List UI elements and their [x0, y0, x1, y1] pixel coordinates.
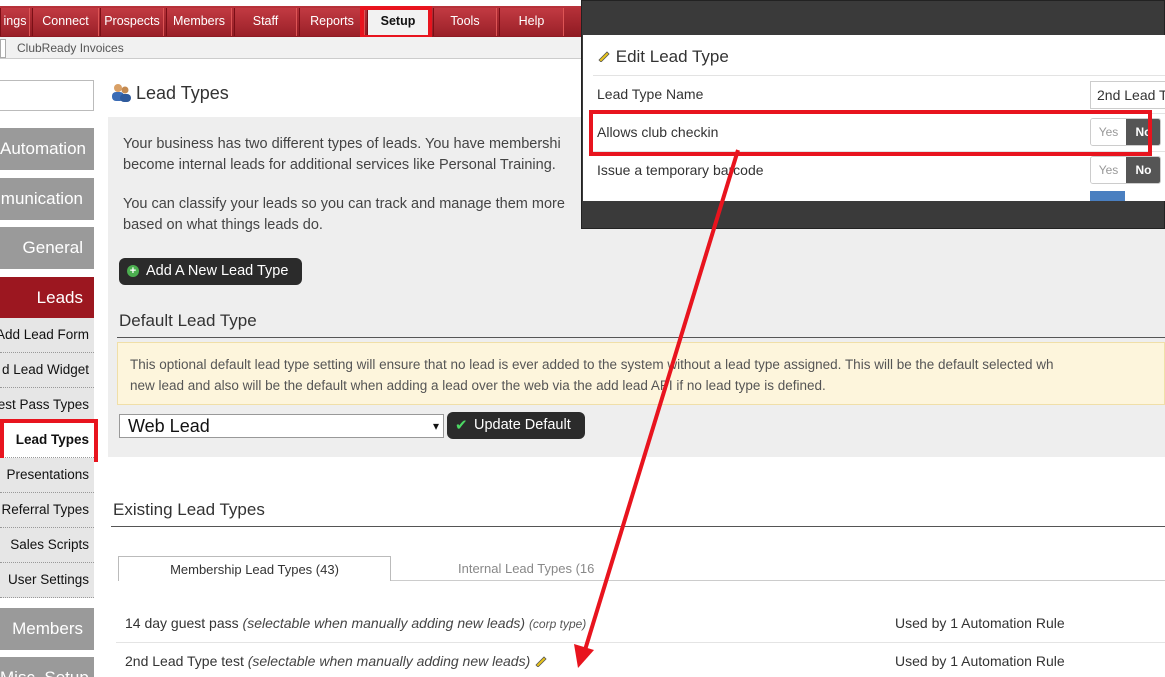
users-icon: [110, 82, 132, 102]
lead-type-usage: Used by 1 Automation Rule: [895, 615, 1065, 631]
page-title: Lead Types: [110, 82, 229, 104]
tab-bookings[interactable]: ings: [0, 8, 30, 36]
modal-row-barcode: Issue a temporary barcode Yes No: [593, 151, 1165, 189]
existing-lead-types-heading: Existing Lead Types: [113, 500, 265, 519]
default-lead-type-heading: Default Lead Type: [119, 311, 257, 330]
chevron-down-icon: ▾: [432, 419, 439, 433]
tab-connect[interactable]: Connect: [32, 8, 99, 36]
sidebar-item-add-lead-form[interactable]: Add Lead Form: [0, 318, 94, 353]
add-lead-type-button[interactable]: + Add A New Lead Type: [119, 258, 303, 285]
sidebar-item-referral-types[interactable]: Referral Types: [0, 493, 94, 528]
sidebar-item-user-settings[interactable]: User Settings: [0, 563, 94, 598]
modal-title: Edit Lead Type: [597, 47, 729, 67]
sub-tabs: ClubReady Invoices: [0, 37, 590, 59]
lead-type-name-input[interactable]: 2nd Lead Ty: [1090, 81, 1165, 109]
toggle-partial[interactable]: [1090, 191, 1125, 201]
lead-type-note: (selectable when manually adding new lea…: [242, 615, 526, 631]
divider: [111, 526, 1165, 527]
tab-prospects[interactable]: Prospects: [100, 8, 164, 36]
checkin-highlight: [589, 110, 1152, 156]
lead-type-name[interactable]: 2nd Lead Type test: [125, 653, 244, 669]
plus-icon: +: [127, 265, 139, 277]
default-notice: This optional default lead type setting …: [117, 342, 1165, 405]
lead-types-highlight: [0, 419, 98, 462]
toggle-yes[interactable]: Yes: [1091, 157, 1126, 183]
sidebar-section-members[interactable]: Members: [0, 608, 94, 650]
check-icon: ✔: [455, 417, 468, 434]
divider: [117, 337, 1165, 338]
sidebar-section-leads[interactable]: Leads: [0, 277, 94, 319]
lead-type-name-label: Lead Type Name: [597, 86, 704, 102]
lead-type-name[interactable]: 14 day guest pass: [125, 615, 239, 631]
sidebar-item-guest-pass-types[interactable]: est Pass Types: [0, 388, 94, 423]
sidebar-item-sales-scripts[interactable]: Sales Scripts: [0, 528, 94, 563]
lead-type-note: (selectable when manually adding new lea…: [247, 653, 531, 669]
sidebar-item-presentations[interactable]: Presentations: [0, 458, 94, 493]
tab-tools[interactable]: Tools: [433, 8, 497, 36]
intro-text-2a: You can classify your leads so you can t…: [123, 196, 565, 212]
subtab-invoices[interactable]: ClubReady Invoices: [17, 41, 124, 55]
lead-type-extra: (corp type): [528, 617, 587, 631]
intro-text-1b: become internal leads for additional ser…: [123, 157, 556, 173]
default-lead-type-select[interactable]: Web Lead ▾: [119, 414, 444, 438]
tab-help[interactable]: Help: [499, 8, 564, 36]
toggle-no[interactable]: No: [1126, 157, 1160, 183]
pencil-icon: [598, 51, 610, 63]
temporary-barcode-toggle[interactable]: Yes No: [1090, 156, 1161, 184]
page-title-text: Lead Types: [136, 83, 229, 103]
table-row[interactable]: 14 day guest pass (selectable when manua…: [116, 605, 1165, 643]
modal-row-name: Lead Type Name 2nd Lead Ty: [593, 75, 1165, 113]
temporary-barcode-label: Issue a temporary barcode: [597, 162, 764, 178]
intro-text-1a: Your business has two different types of…: [123, 136, 561, 152]
setup-highlight: [360, 6, 432, 39]
subtab-first[interactable]: [0, 39, 6, 58]
table-row[interactable]: 2nd Lead Type test (selectable when manu…: [116, 643, 1165, 677]
tab-membership-lead-types[interactable]: Membership Lead Types (43): [118, 556, 391, 581]
pencil-icon[interactable]: [534, 655, 548, 668]
lead-type-usage: Used by 1 Automation Rule: [895, 653, 1065, 669]
sidebar-section-general[interactable]: General: [0, 227, 94, 269]
sidebar-section-misc-setup[interactable]: Misc. Setup: [0, 657, 94, 677]
tab-members[interactable]: Members: [166, 8, 232, 36]
sidebar-section-automation[interactable]: Automation: [0, 128, 94, 170]
sidebar-section-communication[interactable]: munication: [0, 178, 94, 220]
update-default-button[interactable]: ✔ Update Default: [447, 412, 585, 439]
sidebar-search-input[interactable]: [0, 80, 94, 111]
tab-reports[interactable]: Reports: [299, 8, 365, 36]
sidebar-item-lead-widget[interactable]: d Lead Widget: [0, 353, 94, 388]
intro-text-2b: based on what things leads do.: [123, 217, 323, 233]
tab-internal-lead-types[interactable]: Internal Lead Types (16: [458, 561, 594, 576]
tab-staff[interactable]: Staff: [234, 8, 297, 36]
